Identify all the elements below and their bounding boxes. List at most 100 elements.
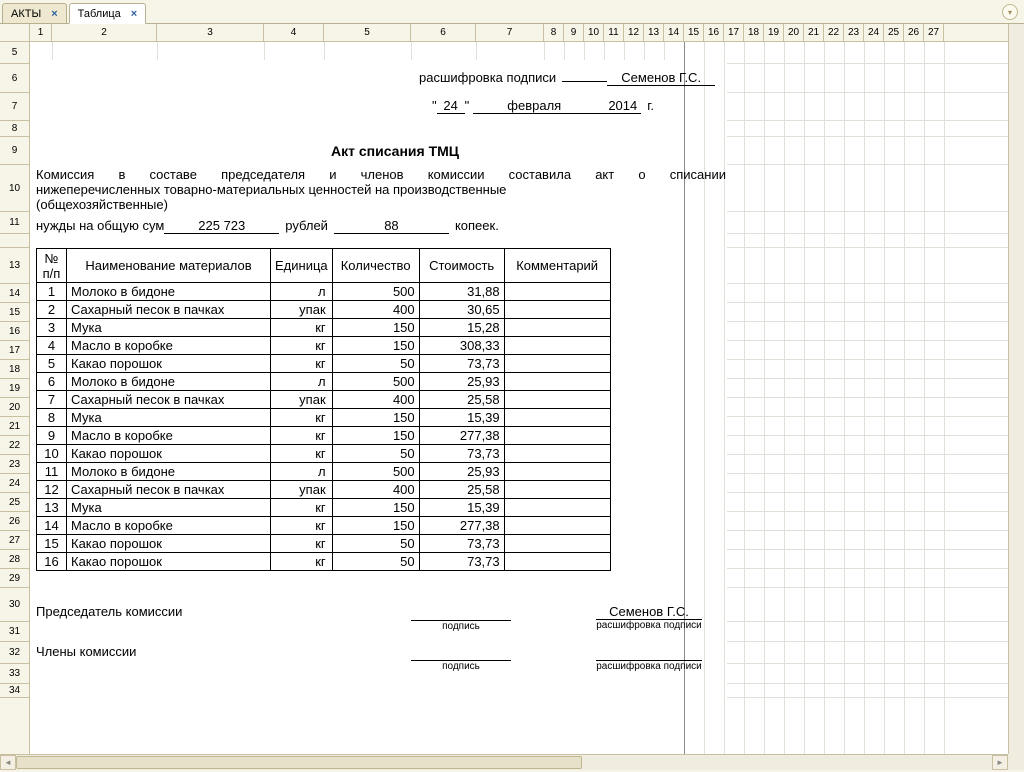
- sum-kop: 88: [334, 218, 449, 234]
- col-header[interactable]: 21: [804, 24, 824, 41]
- table-row[interactable]: 6Молоко в бидонел50025,93: [37, 373, 611, 391]
- table-row[interactable]: 1Молоко в бидонел50031,88: [37, 283, 611, 301]
- chairman-label: Председатель комиссии: [36, 604, 182, 619]
- table-row[interactable]: 2Сахарный песок в пачкахупак40030,65: [37, 301, 611, 319]
- row-header[interactable]: 28: [0, 550, 29, 569]
- col-header[interactable]: 25: [884, 24, 904, 41]
- tab-table[interactable]: Таблица ×: [69, 3, 147, 24]
- tab-acts[interactable]: АКТЫ ×: [2, 3, 67, 23]
- col-header[interactable]: 11: [604, 24, 624, 41]
- col-header[interactable]: 4: [264, 24, 324, 41]
- header-corner[interactable]: [0, 24, 30, 41]
- row-header[interactable]: 31: [0, 622, 29, 642]
- table-row[interactable]: 7Сахарный песок в пачкахупак40025,58: [37, 391, 611, 409]
- close-icon[interactable]: ×: [131, 8, 137, 20]
- row-header[interactable]: 22: [0, 436, 29, 455]
- col-header[interactable]: 2: [52, 24, 157, 41]
- row-header[interactable]: 18: [0, 360, 29, 379]
- col-header[interactable]: 5: [324, 24, 411, 41]
- row-header[interactable]: 34: [0, 684, 29, 698]
- decode-label-1: расшифровка подписи: [596, 620, 702, 631]
- row-header[interactable]: 11: [0, 212, 29, 234]
- col-name: Наименование материалов: [67, 249, 271, 283]
- row-header[interactable]: 5: [0, 42, 29, 64]
- scrollbar-corner: [1008, 754, 1024, 770]
- table-row[interactable]: 12Сахарный песок в пачкахупак40025,58: [37, 481, 611, 499]
- row-header[interactable]: 9: [0, 137, 29, 165]
- col-header[interactable]: 22: [824, 24, 844, 41]
- row-header[interactable]: 6: [0, 64, 29, 93]
- table-row[interactable]: 5Какао порошоккг5073,73: [37, 355, 611, 373]
- chairman-name: Семенов Г.С.: [596, 604, 702, 620]
- col-header[interactable]: 10: [584, 24, 604, 41]
- col-header[interactable]: 6: [411, 24, 476, 41]
- row-header[interactable]: 10: [0, 165, 29, 212]
- row-header[interactable]: 27: [0, 531, 29, 550]
- table-row[interactable]: 8Мукакг15015,39: [37, 409, 611, 427]
- row-header[interactable]: 7: [0, 93, 29, 121]
- sum-koplabel: копеек.: [449, 218, 499, 233]
- table-row[interactable]: 3Мукакг15015,28: [37, 319, 611, 337]
- dropdown-toggle[interactable]: ▾: [1002, 4, 1018, 20]
- table-row[interactable]: 13Мукакг15015,39: [37, 499, 611, 517]
- vertical-scrollbar[interactable]: [1008, 24, 1024, 754]
- row-header[interactable]: 26: [0, 512, 29, 531]
- spreadsheet: 1234567891011121314151617181920212223242…: [0, 24, 1024, 770]
- horizontal-scrollbar[interactable]: ◄ ►: [0, 754, 1008, 770]
- row-header[interactable]: 16: [0, 322, 29, 341]
- col-header[interactable]: 27: [924, 24, 944, 41]
- col-header[interactable]: 20: [784, 24, 804, 41]
- col-n: № п/п: [37, 249, 67, 283]
- row-header[interactable]: 30: [0, 588, 29, 622]
- row-header[interactable]: 23: [0, 455, 29, 474]
- close-icon[interactable]: ×: [51, 8, 57, 20]
- col-header[interactable]: 9: [564, 24, 584, 41]
- row-header[interactable]: 8: [0, 121, 29, 137]
- col-header[interactable]: 15: [684, 24, 704, 41]
- table-row[interactable]: 14Масло в коробкекг150277,38: [37, 517, 611, 535]
- table-row[interactable]: 9Масло в коробкекг150277,38: [37, 427, 611, 445]
- col-header[interactable]: 7: [476, 24, 544, 41]
- col-header[interactable]: 14: [664, 24, 684, 41]
- row-header[interactable]: 14: [0, 284, 29, 303]
- col-header[interactable]: 13: [644, 24, 664, 41]
- tab-label: АКТЫ: [11, 8, 41, 20]
- col-header[interactable]: 19: [764, 24, 784, 41]
- col-header[interactable]: 17: [724, 24, 744, 41]
- row-header[interactable]: 24: [0, 474, 29, 493]
- sheet-content[interactable]: расшифровка подписи Семенов Г.С. " 24 " …: [30, 42, 1024, 770]
- document-title: Акт списания ТМЦ: [331, 143, 459, 159]
- decode-label-2: расшифровка подписи: [596, 660, 702, 672]
- table-row[interactable]: 4Масло в коробкекг150308,33: [37, 337, 611, 355]
- row-header[interactable]: 33: [0, 664, 29, 684]
- col-header[interactable]: 12: [624, 24, 644, 41]
- row-header[interactable]: 21: [0, 417, 29, 436]
- col-header[interactable]: 18: [744, 24, 764, 41]
- row-header[interactable]: [0, 234, 29, 248]
- col-header[interactable]: 1: [30, 24, 52, 41]
- col-header[interactable]: 8: [544, 24, 564, 41]
- row-header[interactable]: 20: [0, 398, 29, 417]
- col-header[interactable]: 16: [704, 24, 724, 41]
- row-header[interactable]: 15: [0, 303, 29, 322]
- scroll-thumb[interactable]: [16, 756, 582, 769]
- row-header[interactable]: 29: [0, 569, 29, 588]
- col-header[interactable]: 23: [844, 24, 864, 41]
- col-cost: Стоимость: [419, 249, 504, 283]
- date-suffix: г.: [641, 98, 654, 113]
- table-row[interactable]: 16Какао порошоккг5073,73: [37, 553, 611, 571]
- row-header[interactable]: 25: [0, 493, 29, 512]
- col-header[interactable]: 24: [864, 24, 884, 41]
- table-row[interactable]: 11Молоко в бидонел50025,93: [37, 463, 611, 481]
- col-header[interactable]: 26: [904, 24, 924, 41]
- row-header[interactable]: 13: [0, 248, 29, 284]
- row-header[interactable]: 17: [0, 341, 29, 360]
- row-header[interactable]: 19: [0, 379, 29, 398]
- col-header[interactable]: 3: [157, 24, 264, 41]
- members-label: Члены комиссии: [36, 644, 136, 659]
- scroll-left-icon[interactable]: ◄: [0, 755, 16, 770]
- table-row[interactable]: 10Какао порошоккг5073,73: [37, 445, 611, 463]
- table-row[interactable]: 15Какао порошоккг5073,73: [37, 535, 611, 553]
- scroll-right-icon[interactable]: ►: [992, 755, 1008, 770]
- row-header[interactable]: 32: [0, 642, 29, 664]
